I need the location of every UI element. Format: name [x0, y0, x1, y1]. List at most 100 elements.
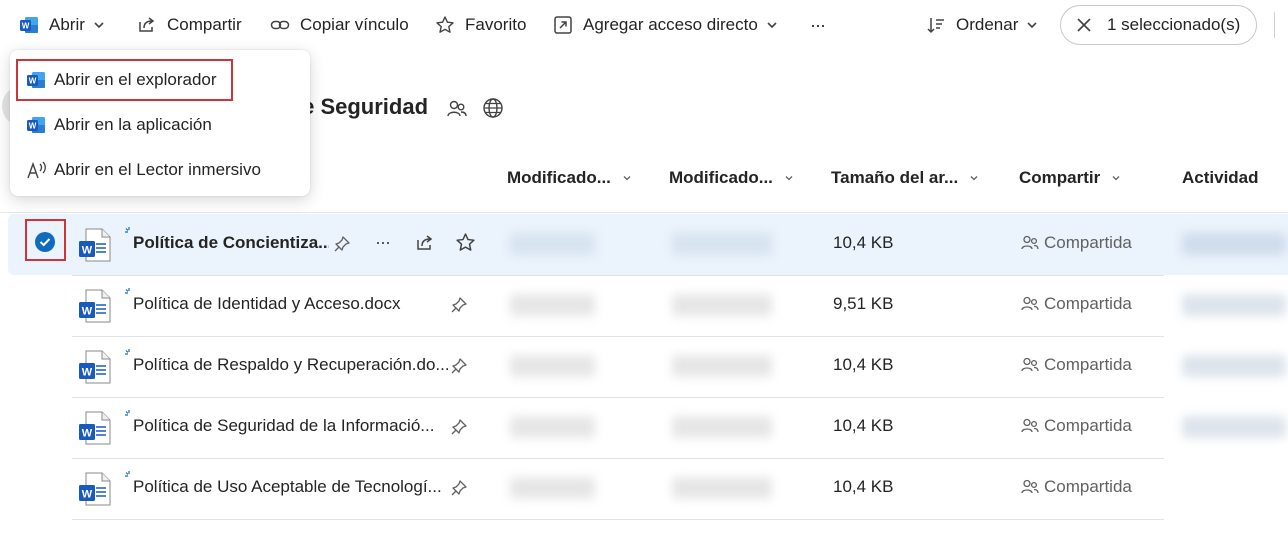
library-title-text: le Seguridad [296, 94, 429, 119]
sharing-status[interactable]: Compartida [1020, 294, 1132, 314]
favorite-label: Favorito [465, 15, 527, 34]
row-divider [72, 519, 1164, 520]
pin-icon[interactable] [450, 296, 468, 314]
menu-item-label: Abrir en el Lector inmersivo [54, 160, 261, 179]
file-name-link[interactable]: Política de Respaldo y Recuperación.do..… [133, 355, 448, 375]
command-bar: W Abrir Compartir Copiar vínculo Favorit… [0, 0, 1288, 50]
sharing-label: Compartida [1044, 477, 1132, 496]
word-document-icon: W [79, 350, 111, 384]
activity-cell-redacted [1182, 416, 1286, 438]
column-header-modified-label: Modificado... [507, 168, 611, 187]
modified-by-cell-redacted [672, 416, 772, 438]
word-document-icon: W [79, 472, 111, 506]
open-button[interactable]: W Abrir [19, 7, 105, 43]
open-label: Abrir [49, 15, 85, 34]
sharing-status[interactable]: Compartida [1020, 233, 1132, 253]
sharing-status[interactable]: Compartida [1020, 416, 1132, 436]
column-header-sharing-label: Compartir [1019, 168, 1101, 187]
share-button[interactable]: Compartir [137, 7, 242, 43]
chevron-down-icon [623, 176, 631, 181]
sort-button[interactable]: Ordenar [926, 7, 1038, 43]
column-header-modified[interactable]: Modificado... [507, 168, 633, 188]
modified-cell-redacted [510, 477, 595, 499]
file-size: 10,4 KB [833, 355, 894, 374]
modified-cell-redacted [510, 233, 595, 255]
menu-item-open-immersive-reader[interactable]: Abrir en el Lector inmersivo [10, 150, 310, 190]
row-more-button[interactable]: ··· [375, 232, 391, 253]
row-divider [72, 397, 1164, 398]
add-shortcut-label: Agregar acceso directo [583, 15, 758, 34]
toolbar-divider [1274, 12, 1275, 38]
pin-icon[interactable] [450, 418, 468, 436]
favorite-button[interactable]: Favorito [435, 7, 526, 43]
column-header-file-size-label: Tamaño del ar... [831, 168, 959, 187]
link-icon [270, 20, 290, 30]
modified-by-cell-redacted [672, 355, 772, 377]
immersive-reader-icon [27, 161, 46, 179]
file-size: 9,51 KB [833, 294, 894, 313]
svg-text:W: W [29, 122, 37, 131]
add-shortcut-button[interactable]: Agregar acceso directo [553, 7, 778, 43]
copy-link-label: Copiar vínculo [300, 15, 409, 34]
file-name-link[interactable]: Política de Seguridad de la Informació..… [133, 416, 443, 436]
checkbox-highlight [25, 219, 66, 261]
row-divider [72, 336, 1164, 337]
people-icon [1021, 235, 1039, 250]
share-icon[interactable] [415, 233, 435, 253]
star-icon[interactable] [455, 232, 476, 253]
file-name-link[interactable]: Política de Concientiza... [133, 233, 329, 253]
word-icon: W [20, 17, 38, 33]
column-header-activity-label: Actividad [1182, 168, 1259, 187]
sort-label: Ordenar [956, 15, 1019, 34]
more-icon: ··· [810, 14, 826, 35]
svg-text:W: W [82, 489, 93, 501]
sharing-status[interactable]: Compartida [1020, 355, 1132, 375]
column-header-file-size[interactable]: Tamaño del ar... [831, 168, 980, 188]
menu-item-label: Abrir en la aplicación [54, 115, 212, 134]
modified-by-cell-redacted [672, 477, 772, 499]
column-header-modified-by[interactable]: Modificado... [669, 168, 795, 188]
pin-icon[interactable] [450, 357, 468, 375]
modified-cell-redacted [510, 294, 595, 316]
svg-text:W: W [22, 22, 30, 31]
word-icon: W [27, 117, 45, 133]
column-header-modified-by-label: Modificado... [669, 168, 773, 187]
globe-icon[interactable] [482, 97, 504, 119]
sharing-label: Compartida [1044, 355, 1132, 374]
selection-count: 1 seleccionado(s) [1107, 15, 1241, 34]
activity-cell-redacted [1182, 355, 1286, 377]
file-size: 10,4 KB [833, 477, 894, 496]
chevron-down-icon [767, 22, 777, 29]
copy-link-button[interactable]: Copiar vínculo [270, 7, 409, 43]
file-name-link[interactable]: Política de Identidad y Acceso.docx [133, 294, 433, 314]
sharing-label: Compartida [1044, 294, 1132, 313]
sharing-status[interactable]: Compartida [1020, 477, 1132, 497]
file-name-link[interactable]: Política de Uso Aceptable de Tecnologí..… [133, 477, 443, 497]
header-divider [0, 212, 1288, 213]
file-size: 10,4 KB [833, 233, 894, 252]
svg-text:W: W [82, 367, 93, 379]
modified-by-cell-redacted [672, 233, 772, 255]
chevron-down-icon [1112, 176, 1120, 181]
activity-cell-redacted [1182, 294, 1286, 316]
column-header-activity[interactable]: Actividad [1182, 168, 1259, 188]
svg-text:W: W [82, 245, 93, 257]
members-icon[interactable] [446, 98, 468, 120]
word-document-icon: W [79, 228, 111, 262]
svg-text:W: W [82, 306, 93, 318]
selection-pill[interactable]: 1 seleccionado(s) [1060, 5, 1257, 45]
row-divider [72, 275, 1164, 276]
activity-cell-redacted [1182, 233, 1286, 255]
pin-icon[interactable] [333, 235, 351, 253]
column-header-sharing[interactable]: Compartir [1019, 168, 1122, 188]
word-document-icon: W [79, 411, 111, 445]
star-icon [436, 16, 454, 33]
sort-icon [927, 18, 944, 34]
pin-icon[interactable] [450, 479, 468, 497]
shortcut-icon [554, 16, 572, 34]
file-size: 10,4 KB [833, 416, 894, 435]
row-divider [72, 458, 1164, 459]
more-options-button[interactable]: ··· [810, 7, 826, 43]
menu-item-open-in-app[interactable]: W Abrir en la aplicación [10, 105, 310, 145]
close-icon[interactable] [1075, 16, 1093, 34]
